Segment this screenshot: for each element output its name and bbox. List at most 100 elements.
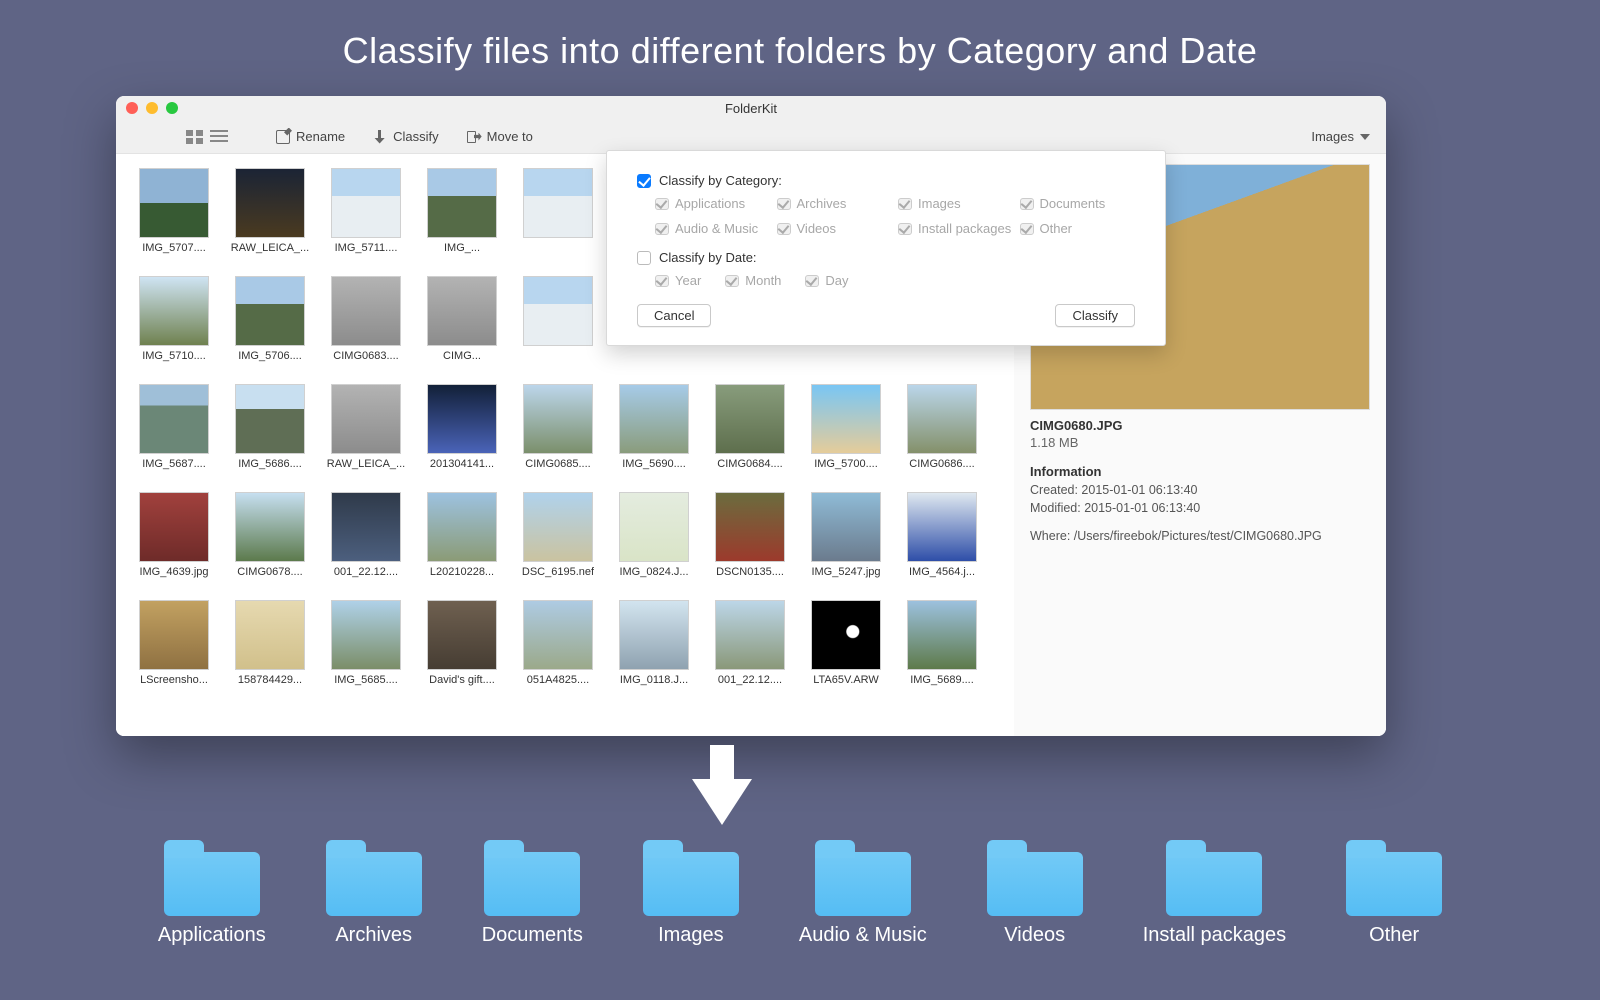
detail-info-heading: Information <box>1030 464 1370 479</box>
thumbnail-item[interactable]: IMG_5689.... <box>900 600 984 700</box>
thumbnail-item[interactable]: 201304141... <box>420 384 504 484</box>
thumbnail-item[interactable]: LTA65V.ARW <box>804 600 888 700</box>
thumbnail-item[interactable]: IMG_5711.... <box>324 168 408 268</box>
thumbnail-caption: RAW_LEICA_... <box>231 242 309 254</box>
destination-folder[interactable]: Images <box>643 840 739 947</box>
date-option[interactable]: Year <box>655 273 701 288</box>
thumbnail-item[interactable]: DSC_6195.nef <box>516 492 600 592</box>
date-options: Year Month Day <box>655 273 1135 288</box>
thumbnail-item[interactable]: LScreensho... <box>132 600 216 700</box>
thumbnail-caption: IMG_5706.... <box>238 350 302 362</box>
thumbnail-item[interactable]: RAW_LEICA_... <box>228 168 312 268</box>
moveto-button[interactable]: Move to <box>467 129 533 144</box>
category-option[interactable]: Other <box>1020 221 1136 236</box>
thumbnail-image <box>139 600 209 670</box>
thumbnail-item[interactable]: 001_22.12.... <box>324 492 408 592</box>
category-option-label: Archives <box>797 196 847 211</box>
category-option[interactable]: Documents <box>1020 196 1136 211</box>
grid-view-icon[interactable] <box>186 130 204 144</box>
folder-icon <box>1346 840 1442 916</box>
thumbnail-item[interactable]: IMG_0824.J... <box>612 492 696 592</box>
thumbnail-item[interactable]: 158784429... <box>228 600 312 700</box>
thumbnail-image <box>619 492 689 562</box>
thumbnail-item[interactable]: IMG_5247.jpg <box>804 492 888 592</box>
thumbnail-image <box>427 600 497 670</box>
thumbnail-item[interactable]: IMG_5710.... <box>132 276 216 376</box>
thumbnail-item[interactable]: RAW_LEICA_... <box>324 384 408 484</box>
thumbnail-caption: IMG_0118.J... <box>620 674 688 686</box>
folder-label: Archives <box>335 924 412 947</box>
thumbnail-item[interactable]: CIMG0678.... <box>228 492 312 592</box>
thumbnail-item[interactable]: IMG_4564.j... <box>900 492 984 592</box>
folder-label: Install packages <box>1143 924 1286 947</box>
cancel-button[interactable]: Cancel <box>637 304 711 327</box>
thumbnail-item[interactable]: IMG_5686.... <box>228 384 312 484</box>
zoom-icon[interactable] <box>166 102 178 114</box>
thumbnail-item[interactable] <box>516 168 600 268</box>
thumbnail-item[interactable]: CIMG0685.... <box>516 384 600 484</box>
thumbnail-item[interactable]: IMG_5700.... <box>804 384 888 484</box>
thumbnail-item[interactable]: IMG_0118.J... <box>612 600 696 700</box>
thumbnail-item[interactable]: IMG_4639.jpg <box>132 492 216 592</box>
thumbnail-item[interactable]: CIMG... <box>420 276 504 376</box>
folder-label: Documents <box>482 924 583 947</box>
classify-confirm-button[interactable]: Classify <box>1055 304 1135 327</box>
folder-icon <box>1166 840 1262 916</box>
thumbnail-image <box>139 384 209 454</box>
category-option[interactable]: Archives <box>777 196 893 211</box>
destination-folder[interactable]: Install packages <box>1143 840 1286 947</box>
destination-folder[interactable]: Applications <box>158 840 266 947</box>
thumbnail-caption: IMG_4564.j... <box>909 566 975 578</box>
destination-folder[interactable]: Archives <box>326 840 422 947</box>
thumbnail-item[interactable]: IMG_5707.... <box>132 168 216 268</box>
classify-by-category-checkbox[interactable] <box>637 174 651 188</box>
thumbnail-image <box>139 492 209 562</box>
thumbnail-item[interactable]: CIMG0684.... <box>708 384 792 484</box>
category-option[interactable]: Audio & Music <box>655 221 771 236</box>
thumbnail-item[interactable]: IMG_... <box>420 168 504 268</box>
destination-folder[interactable]: Documents <box>482 840 583 947</box>
rename-button[interactable]: Rename <box>276 129 345 144</box>
thumbnail-item[interactable]: DSCN0135.... <box>708 492 792 592</box>
thumbnail-item[interactable]: 051A4825.... <box>516 600 600 700</box>
thumbnail-caption: 051A4825.... <box>527 674 589 686</box>
list-view-icon[interactable] <box>210 130 228 144</box>
category-option[interactable]: Install packages <box>898 221 1014 236</box>
close-icon[interactable] <box>126 102 138 114</box>
thumbnail-item[interactable]: David's gift.... <box>420 600 504 700</box>
thumbnail-item[interactable]: 001_22.12.... <box>708 600 792 700</box>
classify-button[interactable]: Classify <box>373 129 439 144</box>
window-title: FolderKit <box>725 101 777 116</box>
destination-folder[interactable]: Videos <box>987 840 1083 947</box>
thumbnail-image <box>907 384 977 454</box>
thumbnail-item[interactable]: IMG_5690.... <box>612 384 696 484</box>
category-option-label: Other <box>1040 221 1073 236</box>
thumbnail-item[interactable] <box>516 276 600 376</box>
destination-folder[interactable]: Audio & Music <box>799 840 927 947</box>
thumbnail-image <box>235 276 305 346</box>
thumbnail-image <box>427 384 497 454</box>
minimize-icon[interactable] <box>146 102 158 114</box>
thumbnail-item[interactable]: L20210228... <box>420 492 504 592</box>
checkbox-icon <box>898 198 912 210</box>
thumbnail-item[interactable]: IMG_5685.... <box>324 600 408 700</box>
thumbnail-item[interactable]: IMG_5706.... <box>228 276 312 376</box>
classify-by-date-checkbox[interactable] <box>637 251 651 265</box>
thumbnail-item[interactable]: CIMG0683.... <box>324 276 408 376</box>
classify-label: Classify <box>393 129 439 144</box>
filter-dropdown[interactable]: Images <box>1311 129 1370 144</box>
date-option[interactable]: Month <box>725 273 781 288</box>
category-option[interactable]: Images <box>898 196 1014 211</box>
category-option[interactable]: Applications <box>655 196 771 211</box>
thumbnail-item[interactable]: IMG_5687.... <box>132 384 216 484</box>
view-toggle[interactable] <box>186 130 228 144</box>
window-controls[interactable] <box>126 102 178 114</box>
destination-folder[interactable]: Other <box>1346 840 1442 947</box>
down-arrow-icon <box>692 745 752 825</box>
thumbnail-item[interactable]: CIMG0686.... <box>900 384 984 484</box>
checkbox-icon <box>1020 223 1034 235</box>
classify-icon <box>373 130 387 144</box>
date-option[interactable]: Day <box>805 273 848 288</box>
thumbnail-caption: DSC_6195.nef <box>522 566 594 578</box>
category-option[interactable]: Videos <box>777 221 893 236</box>
